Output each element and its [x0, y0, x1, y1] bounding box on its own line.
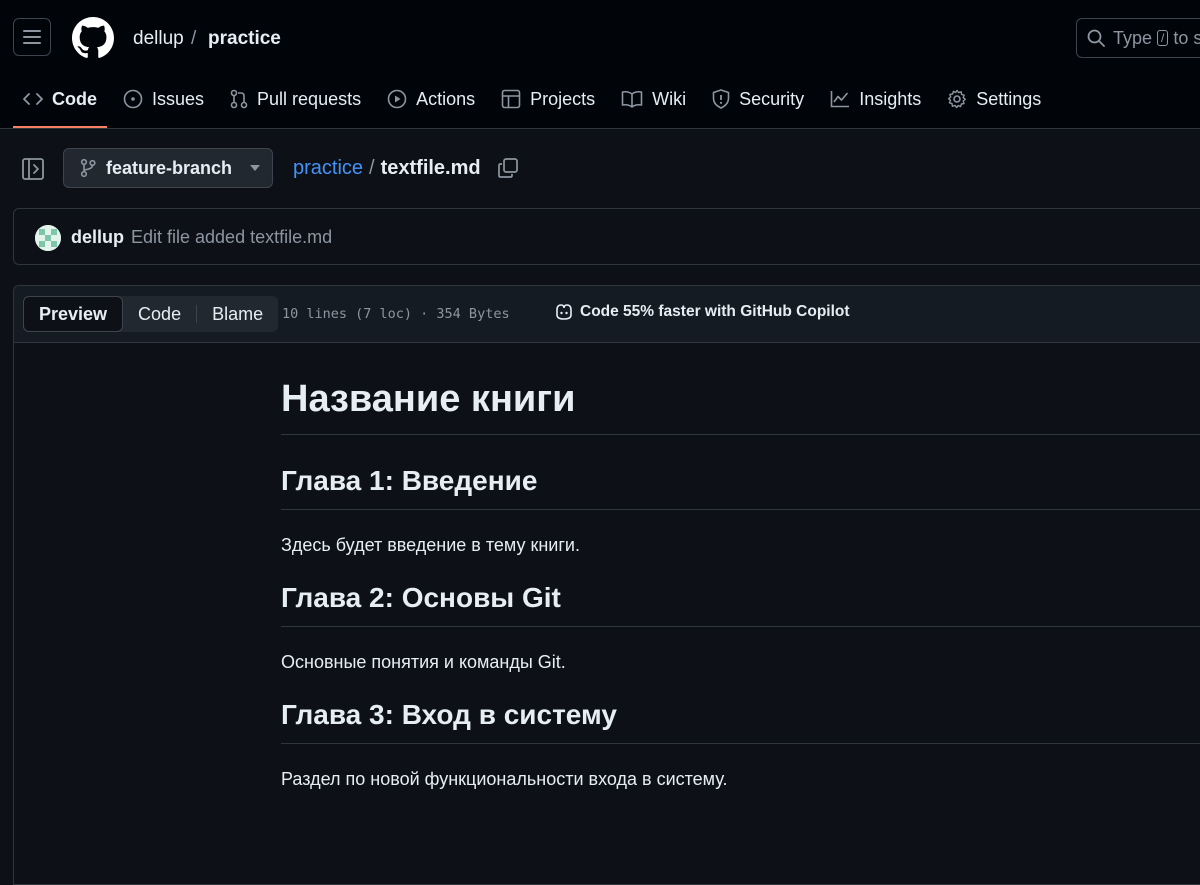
menu-button[interactable] [13, 18, 51, 56]
commit-message[interactable]: Edit file added textfile.md [131, 227, 332, 248]
copy-path-icon[interactable] [497, 157, 519, 179]
tab-projects-label: Projects [530, 88, 596, 109]
view-switcher: Preview Code Blame [23, 296, 279, 332]
latest-commit-bar: dellup Edit file added textfile.md [13, 208, 1200, 265]
git-branch-icon [80, 158, 96, 178]
tab-issues[interactable]: Issues [113, 72, 214, 126]
table-icon [501, 89, 521, 109]
markdown-h2: Глава 2: Основы Git [281, 580, 1200, 627]
hamburger-icon [23, 30, 41, 44]
book-icon [621, 90, 643, 108]
copilot-promo-text: Code 55% faster with GitHub Copilot [580, 303, 850, 320]
markdown-paragraph: Раздел по новой функциональности входа в… [281, 769, 728, 789]
path-separator: / [369, 157, 375, 179]
play-icon [387, 89, 407, 109]
branch-selector[interactable]: feature-branch [63, 148, 273, 188]
tab-settings[interactable]: Settings [937, 72, 1051, 126]
file-stats: 10 lines (7 loc) · 354 Bytes [282, 306, 510, 322]
file-path: practice / textfile.md [293, 157, 481, 180]
tab-issues-label: Issues [152, 88, 205, 109]
avatar-image [35, 225, 61, 251]
tab-settings-label: Settings [976, 88, 1042, 109]
tab-wiki[interactable]: Wiki [611, 72, 696, 126]
tab-pull-requests-label: Pull requests [257, 88, 362, 109]
markdown-h2: Глава 1: Введение [281, 463, 1200, 510]
search-placeholder-prefix: Type [1113, 27, 1153, 48]
tab-wiki-label: Wiki [652, 88, 687, 109]
search-shortcut-key: / [1157, 30, 1169, 46]
tab-security-label: Security [739, 88, 805, 109]
copilot-promo[interactable]: Code 55% faster with GitHub Copilot [554, 303, 850, 321]
file-header: Preview Code Blame 10 lines (7 loc) · 35… [14, 286, 1200, 343]
markdown-h1: Название книги [281, 376, 1200, 435]
repo-link[interactable]: practice [208, 28, 281, 50]
blame-button[interactable]: Blame [197, 296, 278, 332]
issue-icon [123, 89, 143, 109]
owner-link[interactable]: dellup [133, 28, 184, 50]
tab-projects[interactable]: Projects [491, 72, 605, 126]
path-repo-link[interactable]: practice [293, 157, 363, 180]
tab-security[interactable]: Security [702, 72, 814, 126]
graph-icon [830, 91, 850, 108]
tab-code-label: Code [52, 88, 97, 109]
code-view-button[interactable]: Code [123, 296, 196, 332]
path-file-name: textfile.md [380, 157, 481, 179]
copilot-icon [556, 304, 572, 320]
gear-icon [948, 89, 967, 109]
search-input[interactable]: Type / to s [1076, 18, 1200, 58]
tab-insights-label: Insights [859, 88, 922, 109]
avatar[interactable] [35, 225, 61, 251]
github-logo-icon[interactable] [72, 17, 114, 59]
markdown-body: Название книги Глава 1: Введение Здесь б… [281, 376, 1200, 791]
repo-nav: Code Issues Pull requests Actions Projec… [13, 72, 1057, 128]
markdown-h2: Глава 3: Вход в систему [281, 697, 1200, 744]
pull-request-icon [230, 89, 248, 109]
global-header: dellup / practice Type / to s Code Issue… [0, 0, 1200, 129]
markdown-paragraph: Здесь будет введение в тему книги. [281, 535, 580, 555]
search-placeholder: Type / to s [1113, 28, 1200, 49]
code-icon [23, 93, 43, 105]
commit-author[interactable]: dellup [71, 227, 124, 248]
breadcrumb-separator: / [191, 28, 197, 49]
tab-pull-requests[interactable]: Pull requests [220, 72, 371, 126]
sidebar-toggle-icon[interactable] [20, 156, 46, 182]
tab-actions-label: Actions [416, 88, 476, 109]
tab-actions[interactable]: Actions [377, 72, 485, 126]
search-placeholder-suffix: to s [1173, 27, 1200, 48]
branch-name: feature-branch [106, 157, 233, 178]
markdown-paragraph: Основные понятия и команды Git. [281, 652, 566, 672]
tab-insights[interactable]: Insights [820, 72, 931, 126]
tab-code[interactable]: Code [13, 72, 107, 128]
search-icon [1087, 29, 1105, 47]
preview-button[interactable]: Preview [23, 296, 124, 332]
shield-icon [712, 89, 730, 109]
file-viewer: Preview Code Blame 10 lines (7 loc) · 35… [13, 285, 1200, 885]
chevron-down-icon [250, 165, 261, 171]
